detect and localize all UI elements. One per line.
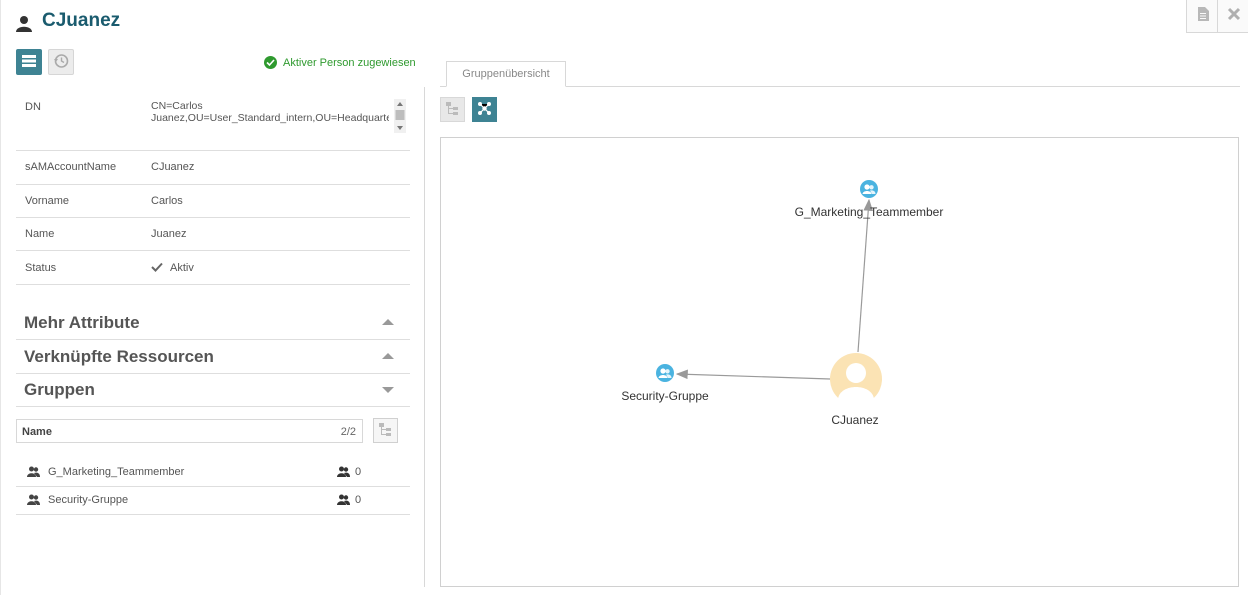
attribute-row-status: Status Aktiv: [16, 251, 410, 285]
section-title: Mehr Attribute: [24, 313, 140, 332]
network-icon: [477, 101, 492, 119]
close-button[interactable]: [1217, 0, 1248, 33]
graph-node-marketing[interactable]: [860, 180, 878, 198]
attribute-label: DN: [25, 101, 41, 113]
document-button[interactable]: [1186, 0, 1218, 33]
tree-icon: [446, 101, 459, 118]
group-icon: [27, 466, 40, 480]
chevron-up-icon: [382, 319, 394, 325]
graph-node-label: Security-Gruppe: [621, 389, 709, 403]
group-graph-canvas[interactable]: G_Marketing_Teammember Security-Gruppe C…: [440, 137, 1239, 587]
graph-node-label: G_Marketing_Teammember: [794, 205, 944, 219]
chevron-down-icon: [382, 387, 394, 393]
history-view-button[interactable]: [48, 49, 74, 75]
attribute-label: Name: [25, 228, 55, 240]
panel-divider: [424, 87, 425, 587]
section-more-attributes[interactable]: Mehr Attribute: [16, 306, 410, 340]
tree-layout-button[interactable]: [440, 97, 465, 122]
attribute-row-name: Name Juanez: [16, 218, 410, 251]
user-avatar-icon: [830, 353, 882, 407]
assignment-status: Aktiver Person zugewiesen: [264, 56, 416, 69]
group-name: Security-Gruppe: [48, 494, 129, 506]
dn-scrollbar[interactable]: [394, 99, 406, 133]
section-title: Gruppen: [24, 380, 95, 399]
attribute-value: Juanez: [151, 228, 187, 240]
members-icon: [337, 466, 350, 480]
attribute-label: Status: [25, 262, 57, 274]
attribute-value: CJuanez: [151, 161, 195, 173]
user-icon: [16, 15, 32, 32]
tree-icon: [379, 422, 392, 439]
check-icon: [264, 56, 277, 69]
page-title: CJuanez: [42, 10, 121, 31]
table-row[interactable]: G_Marketing_Teammember 0: [16, 458, 410, 487]
attribute-label: Vorname: [25, 195, 70, 207]
groups-count: 2/2: [340, 426, 356, 438]
group-icon: [656, 364, 674, 382]
graph-node-security[interactable]: [656, 364, 674, 382]
attribute-row-samaccountname: sAMAccountName CJuanez: [16, 151, 410, 185]
members-icon: [337, 494, 350, 508]
section-groups[interactable]: Gruppen: [16, 373, 410, 407]
window-left-border: [0, 0, 1, 595]
edge-user-to-security: [675, 369, 831, 380]
history-icon: [53, 53, 69, 72]
table-row[interactable]: Security-Gruppe 0: [16, 486, 410, 515]
list-view-button[interactable]: [16, 49, 42, 75]
window-controls: [1186, 0, 1248, 33]
tree-view-button[interactable]: [373, 418, 398, 443]
dn-value: CN=Carlos Juanez,OU=User_Standard_intern…: [151, 100, 389, 124]
tab-group-overview[interactable]: Gruppenübersicht: [446, 61, 566, 87]
attribute-row-vorname: Vorname Carlos: [16, 185, 410, 218]
attribute-row-dn: DN CN=Carlos Juanez,OU=User_Standard_int…: [16, 96, 410, 151]
graph-node-user[interactable]: [830, 353, 882, 407]
member-count: 0: [355, 494, 362, 506]
groups-table-header[interactable]: Name 2/2: [16, 419, 363, 443]
edge-user-to-marketing: [857, 198, 874, 353]
chevron-up-icon: [382, 353, 394, 359]
graph-node-label: CJuanez: [831, 413, 879, 427]
document-icon: [1197, 6, 1209, 26]
group-icon: [27, 494, 40, 508]
group-icon: [860, 180, 878, 198]
close-icon: [1227, 7, 1241, 26]
network-layout-button[interactable]: [472, 97, 497, 122]
section-linked-resources[interactable]: Verknüpfte Ressourcen: [16, 340, 410, 374]
group-name: G_Marketing_Teammember: [48, 466, 185, 478]
check-icon: [151, 262, 163, 275]
attribute-value: Carlos: [151, 195, 183, 207]
attribute-label: sAMAccountName: [25, 161, 117, 173]
list-icon: [22, 54, 36, 71]
status-value: Aktiv: [170, 262, 194, 274]
column-header-name[interactable]: Name: [22, 426, 52, 438]
status-message: Aktiver Person zugewiesen: [283, 56, 416, 69]
section-title: Verknüpfte Ressourcen: [24, 347, 214, 366]
member-count: 0: [355, 466, 362, 478]
